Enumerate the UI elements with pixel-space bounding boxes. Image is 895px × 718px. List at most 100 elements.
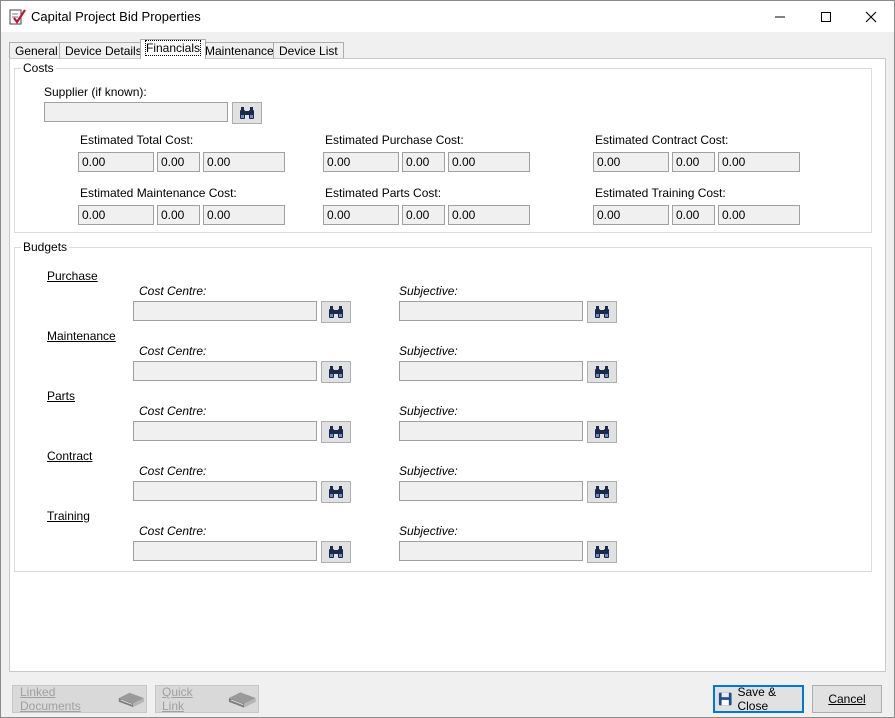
contract-subjective-lookup-button[interactable] [587,481,617,503]
contract-cost-centre-label: Cost Centre: [139,464,207,478]
budgets-group-title: Budgets [21,240,70,254]
linked-documents-button[interactable]: Linked Documents [12,685,147,713]
estimated-contract-cost-field-1[interactable] [593,152,669,172]
estimated-contract-cost-label: Estimated Contract Cost: [595,133,729,147]
binoculars-icon [329,306,343,318]
contract-cost-centre-field[interactable] [133,481,317,501]
estimated-training-cost-field-1[interactable] [593,205,669,225]
estimated-purchase-cost-label: Estimated Purchase Cost: [325,133,464,147]
training-section-title: Training [47,509,90,523]
save-close-button[interactable]: Save & Close [713,685,804,713]
maintenance-subjective-field[interactable] [399,361,583,381]
contract-subjective-field[interactable] [399,481,583,501]
contract-cost-centre-lookup-button[interactable] [321,481,351,503]
estimated-contract-cost-field-3[interactable] [718,152,800,172]
book-icon [228,691,257,709]
maximize-icon [821,11,831,22]
training-subjective-label: Subjective: [399,524,458,538]
purchase-cost-centre-label: Cost Centre: [139,284,207,298]
binoculars-icon [595,426,609,438]
purchase-section-title: Purchase [47,269,98,283]
estimated-training-cost-label: Estimated Training Cost: [595,186,726,200]
save-close-label: Save & Close [737,685,777,713]
parts-cost-centre-field[interactable] [133,421,317,441]
minimize-icon [775,16,785,17]
purchase-subjective-field[interactable] [399,301,583,321]
budgets-group: Budgets Purchase Cost Centre: Subjective… [14,240,872,572]
tab-label: Device List [279,44,338,58]
training-subjective-lookup-button[interactable] [587,541,617,563]
estimated-total-cost-field-2[interactable] [157,152,200,172]
properties-window: Capital Project Bid Properties General D… [0,0,895,718]
estimated-parts-cost-label: Estimated Parts Cost: [325,186,442,200]
estimated-parts-cost-field-1[interactable] [323,205,399,225]
quick-link-button[interactable]: Quick Link [155,685,259,713]
binoculars-icon [595,306,609,318]
contract-section-title: Contract [47,449,93,463]
parts-cost-centre-lookup-button[interactable] [321,421,351,443]
estimated-total-cost-label: Estimated Total Cost: [80,133,194,147]
window-title: Capital Project Bid Properties [31,9,201,24]
binoculars-icon [329,366,343,378]
tab-financials[interactable]: Financials [140,39,207,59]
tab-label: Maintenance [205,44,274,58]
training-cost-centre-lookup-button[interactable] [321,541,351,563]
supplier-field[interactable] [44,102,228,122]
floppy-disk-icon [718,692,732,706]
estimated-total-cost-field-1[interactable] [78,152,154,172]
cancel-button[interactable]: Cancel [812,685,882,713]
linked-documents-label: Linked Documents [20,685,81,713]
maintenance-section-title: Maintenance [47,329,116,343]
estimated-parts-cost-field-3[interactable] [448,205,530,225]
estimated-training-cost-field-2[interactable] [672,205,715,225]
parts-subjective-field[interactable] [399,421,583,441]
estimated-maintenance-cost-label: Estimated Maintenance Cost: [80,186,237,200]
training-subjective-field[interactable] [399,541,583,561]
binoculars-icon [595,546,609,558]
maintenance-subjective-label: Subjective: [399,344,458,358]
binoculars-icon [329,486,343,498]
cancel-label: Cancel [828,692,866,706]
minimize-button[interactable] [757,1,803,32]
estimated-purchase-cost-field-2[interactable] [402,152,445,172]
tab-label: Financials [144,40,202,56]
purchase-subjective-lookup-button[interactable] [587,301,617,323]
maintenance-cost-centre-field[interactable] [133,361,317,381]
close-icon [865,11,877,22]
title-bar[interactable]: Capital Project Bid Properties [1,1,894,32]
tab-label: Device Details [65,44,142,58]
estimated-contract-cost-field-2[interactable] [672,152,715,172]
costs-group-title: Costs [21,61,56,75]
quick-link-label: Quick Link [162,685,193,713]
training-cost-centre-field[interactable] [133,541,317,561]
estimated-purchase-cost-field-3[interactable] [448,152,530,172]
estimated-maintenance-cost-field-3[interactable] [203,205,285,225]
app-icon [9,8,26,25]
training-cost-centre-label: Cost Centre: [139,524,207,538]
parts-subjective-label: Subjective: [399,404,458,418]
estimated-maintenance-cost-field-2[interactable] [157,205,200,225]
parts-subjective-lookup-button[interactable] [587,421,617,443]
book-icon [118,692,145,708]
estimated-training-cost-field-3[interactable] [718,205,800,225]
purchase-cost-centre-field[interactable] [133,301,317,321]
binoculars-icon [329,546,343,558]
supplier-label: Supplier (if known): [44,85,147,99]
maximize-button[interactable] [803,1,849,32]
parts-section-title: Parts [47,389,76,403]
estimated-maintenance-cost-field-1[interactable] [78,205,154,225]
contract-subjective-label: Subjective: [399,464,458,478]
maintenance-cost-centre-label: Cost Centre: [139,344,207,358]
supplier-lookup-button[interactable] [232,102,262,124]
tab-label: General [15,44,58,58]
binoculars-icon [595,366,609,378]
close-button[interactable] [848,1,894,32]
purchase-cost-centre-lookup-button[interactable] [321,301,351,323]
binoculars-icon [240,107,254,119]
estimated-purchase-cost-field-1[interactable] [323,152,399,172]
purchase-subjective-label: Subjective: [399,284,458,298]
maintenance-cost-centre-lookup-button[interactable] [321,361,351,383]
maintenance-subjective-lookup-button[interactable] [587,361,617,383]
estimated-total-cost-field-3[interactable] [203,152,285,172]
estimated-parts-cost-field-2[interactable] [402,205,445,225]
